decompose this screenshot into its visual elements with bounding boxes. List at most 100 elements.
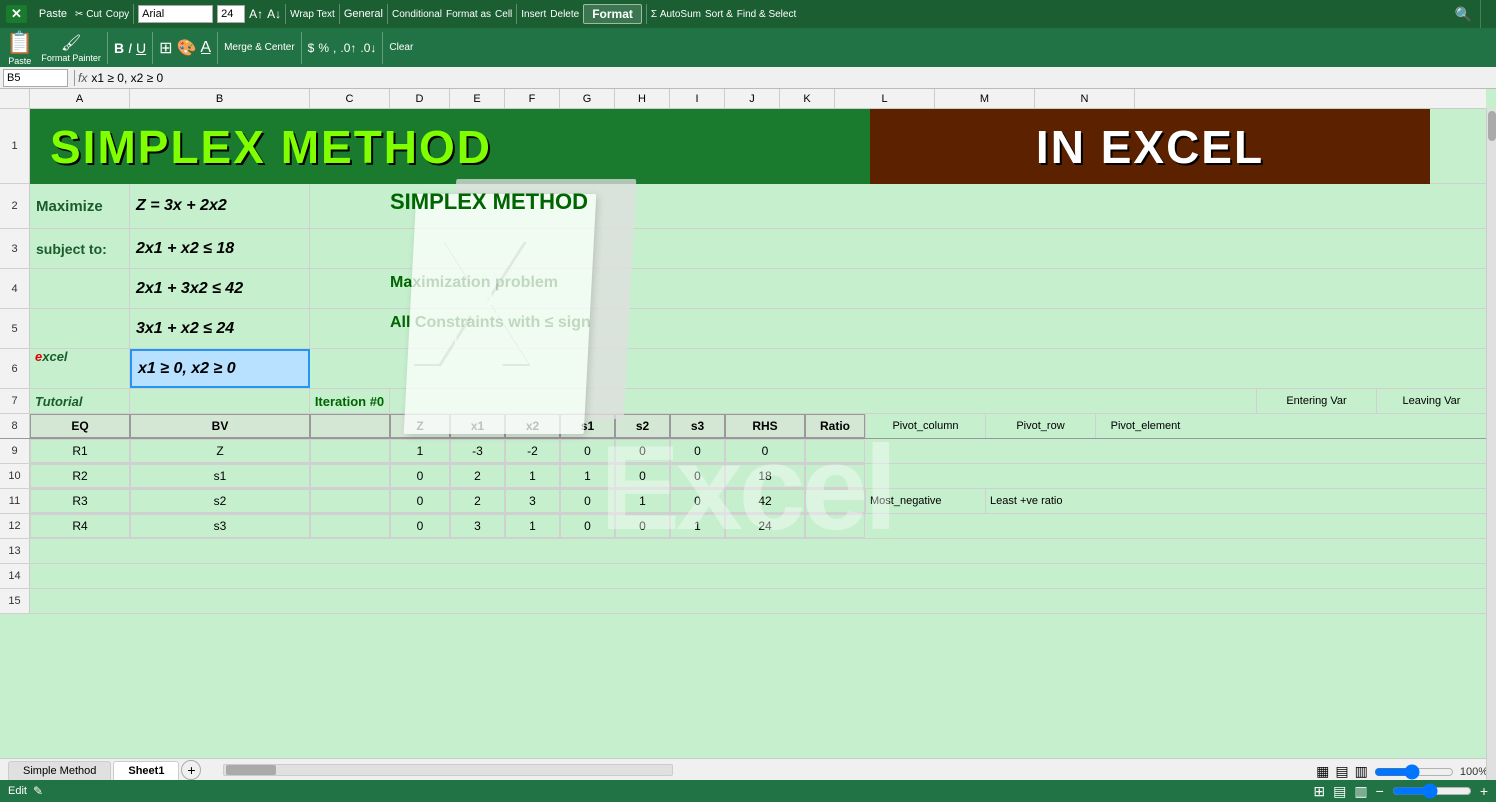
- search-icon[interactable]: 🔍: [1455, 6, 1472, 23]
- td-r1-x1[interactable]: -3: [450, 439, 505, 463]
- wrap-text-btn[interactable]: Wrap Text: [290, 9, 335, 20]
- cut-button[interactable]: ✂ Cut: [75, 9, 102, 20]
- sheet-tab-simple-method[interactable]: Simple Method: [8, 761, 111, 780]
- col-header-F[interactable]: F: [505, 89, 560, 108]
- th-z[interactable]: Z: [390, 414, 450, 438]
- cell-a2[interactable]: Maximize: [30, 184, 130, 228]
- td-r1-s1[interactable]: 0: [560, 439, 615, 463]
- td-r4-ratio[interactable]: [805, 514, 865, 538]
- td-r2-s1[interactable]: 1: [560, 464, 615, 488]
- td-r3-bv[interactable]: s2: [130, 489, 310, 513]
- cell-a5[interactable]: [30, 309, 130, 348]
- td-r1-rhs[interactable]: 0: [725, 439, 805, 463]
- cell-b6-selected[interactable]: x1 ≥ 0, x2 ≥ 0: [130, 349, 310, 388]
- td-r4-z[interactable]: 0: [390, 514, 450, 538]
- td-r3-z[interactable]: 0: [390, 489, 450, 513]
- td-r1-s2[interactable]: 0: [615, 439, 670, 463]
- td-r1-z[interactable]: 1: [390, 439, 450, 463]
- increase-decimal-btn[interactable]: .0↑: [340, 41, 356, 55]
- th-ratio[interactable]: Ratio: [805, 414, 865, 438]
- currency-btn[interactable]: $: [308, 41, 315, 55]
- td-r4-rhs[interactable]: 24: [725, 514, 805, 538]
- td-r2-x2[interactable]: 1: [505, 464, 560, 488]
- sheet-tab-sheet1[interactable]: Sheet1: [113, 761, 179, 780]
- col-header-D[interactable]: D: [390, 89, 450, 108]
- format-as-btn[interactable]: Format as: [446, 9, 491, 20]
- format-painter-btn[interactable]: 🖌 Format Painter: [41, 33, 101, 63]
- td-r3-s1[interactable]: 0: [560, 489, 615, 513]
- find-select-btn[interactable]: Find & Select: [737, 9, 796, 20]
- td-r2-x1[interactable]: 2: [450, 464, 505, 488]
- cell-b4[interactable]: 2x1 + 3x2 ≤ 42: [130, 269, 310, 308]
- minus-zoom[interactable]: −: [1376, 783, 1384, 799]
- td-r2-rhs[interactable]: 18: [725, 464, 805, 488]
- td-r4-x1[interactable]: 3: [450, 514, 505, 538]
- conditional-format-btn[interactable]: Conditional: [392, 9, 442, 20]
- cell-b3[interactable]: 2x1 + x2 ≤ 18: [130, 229, 310, 268]
- col-header-K[interactable]: K: [780, 89, 835, 108]
- clear-btn[interactable]: Clear: [389, 42, 413, 53]
- td-r4-s1[interactable]: 0: [560, 514, 615, 538]
- th-s1[interactable]: s1: [560, 414, 615, 438]
- td-r3-rhs[interactable]: 42: [725, 489, 805, 513]
- col-header-H[interactable]: H: [615, 89, 670, 108]
- format-button[interactable]: Format: [583, 4, 642, 24]
- italic-btn[interactable]: I: [128, 40, 132, 56]
- view-preview-status-btn[interactable]: ▥: [1354, 783, 1367, 800]
- plus-zoom[interactable]: +: [1480, 783, 1488, 799]
- th-bv[interactable]: BV: [130, 414, 310, 438]
- font-increase-btn[interactable]: A↑: [249, 7, 263, 21]
- fill-color-btn[interactable]: 🎨: [176, 38, 196, 58]
- font-size-input[interactable]: [217, 5, 245, 23]
- delete-btn[interactable]: Delete: [550, 9, 579, 20]
- td-r2-s3[interactable]: 0: [670, 464, 725, 488]
- cell-b5[interactable]: 3x1 + x2 ≤ 24: [130, 309, 310, 348]
- autosum-btn[interactable]: Σ AutoSum: [651, 9, 701, 20]
- col-header-L[interactable]: L: [835, 89, 935, 108]
- font-color-btn[interactable]: A̲: [200, 39, 211, 57]
- merge-center-btn[interactable]: Merge & Center: [224, 42, 295, 53]
- bold-btn[interactable]: B: [114, 40, 124, 56]
- td-r2-s2[interactable]: 0: [615, 464, 670, 488]
- sort-btn[interactable]: Sort &: [705, 9, 733, 20]
- col-header-C[interactable]: C: [310, 89, 390, 108]
- cell-b2[interactable]: Z = 3x + 2x2: [130, 184, 310, 228]
- cell-a3[interactable]: subject to:: [30, 229, 130, 268]
- col-header-A[interactable]: A: [30, 89, 130, 108]
- th-eq[interactable]: EQ: [30, 414, 130, 438]
- td-r1-x2[interactable]: -2: [505, 439, 560, 463]
- view-preview-btn[interactable]: ▥: [1355, 763, 1368, 780]
- col-header-N[interactable]: N: [1035, 89, 1135, 108]
- td-r1-s3[interactable]: 0: [670, 439, 725, 463]
- comma-btn[interactable]: ,: [333, 41, 336, 55]
- td-r3-s3[interactable]: 0: [670, 489, 725, 513]
- td-r2-z[interactable]: 0: [390, 464, 450, 488]
- decrease-decimal-btn[interactable]: .0↓: [360, 41, 376, 55]
- td-r3-eq[interactable]: R3: [30, 489, 130, 513]
- td-r4-s3[interactable]: 1: [670, 514, 725, 538]
- cell-styles-btn[interactable]: Cell: [495, 9, 512, 20]
- th-x2[interactable]: x2: [505, 414, 560, 438]
- th-rhs[interactable]: RHS: [725, 414, 805, 438]
- name-box[interactable]: [3, 69, 68, 87]
- col-header-M[interactable]: M: [935, 89, 1035, 108]
- cell-a4[interactable]: [30, 269, 130, 308]
- th-s3[interactable]: s3: [670, 414, 725, 438]
- view-page-status-btn[interactable]: ▤: [1333, 783, 1346, 800]
- underline-btn[interactable]: U: [136, 40, 146, 56]
- col-header-B[interactable]: B: [130, 89, 310, 108]
- col-header-G[interactable]: G: [560, 89, 615, 108]
- copy-button[interactable]: Copy: [106, 9, 129, 20]
- td-r3-x2[interactable]: 3: [505, 489, 560, 513]
- view-normal-status-btn[interactable]: ⊞: [1313, 783, 1325, 800]
- td-r4-bv[interactable]: s3: [130, 514, 310, 538]
- zoom-slider[interactable]: [1374, 766, 1454, 778]
- td-r4-s2[interactable]: 0: [615, 514, 670, 538]
- percent-btn[interactable]: %: [318, 41, 329, 55]
- td-r2-ratio[interactable]: [805, 464, 865, 488]
- horizontal-scrollbar[interactable]: [223, 764, 673, 776]
- vertical-scrollbar[interactable]: [1486, 109, 1496, 802]
- td-r3-x1[interactable]: 2: [450, 489, 505, 513]
- formula-input[interactable]: [91, 71, 1496, 85]
- cell-a6[interactable]: excel: [30, 349, 130, 388]
